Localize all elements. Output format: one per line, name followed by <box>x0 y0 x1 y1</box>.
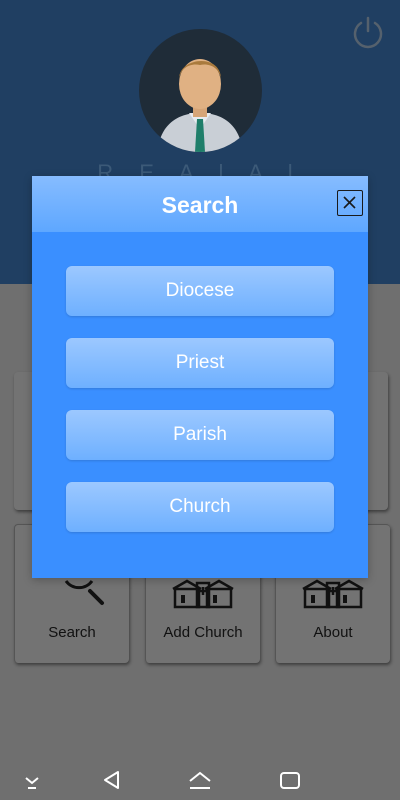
power-icon[interactable] <box>350 14 386 50</box>
close-button[interactable] <box>337 190 363 216</box>
church-buildings-icon <box>302 579 364 609</box>
church-button[interactable]: Church <box>66 482 334 532</box>
avatar <box>139 29 262 152</box>
dialog-header: Search <box>32 176 368 232</box>
home-icon[interactable] <box>188 768 212 792</box>
keyboard-hide-icon[interactable] <box>20 768 44 792</box>
diocese-button[interactable]: Diocese <box>66 266 334 316</box>
back-icon[interactable] <box>100 768 124 792</box>
tile-label: About <box>313 624 353 641</box>
dialog-title: Search <box>161 192 239 218</box>
tile-label: Search <box>48 624 96 641</box>
recent-apps-icon[interactable] <box>278 768 302 792</box>
church-buildings-icon <box>172 579 234 609</box>
priest-button[interactable]: Priest <box>66 338 334 388</box>
close-icon <box>343 196 356 209</box>
magnifier-icon <box>64 580 104 605</box>
parish-button[interactable]: Parish <box>66 410 334 460</box>
system-nav-bar <box>0 760 400 800</box>
tile-label: Add Church <box>163 624 243 641</box>
search-dialog: Search Diocese Priest Parish Church <box>32 176 368 578</box>
